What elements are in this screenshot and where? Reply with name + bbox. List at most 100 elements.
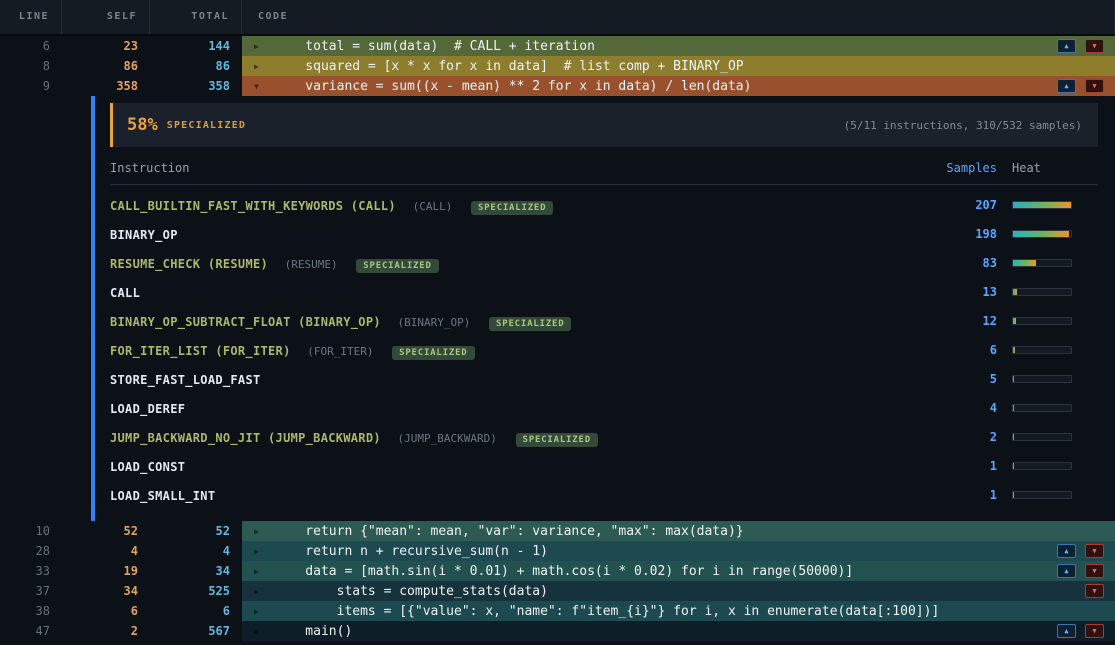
total-samples: 6 xyxy=(150,601,242,621)
navigate-up-button[interactable]: ▲ xyxy=(1057,544,1076,558)
instruction-base-name: (BINARY_OP) xyxy=(398,316,471,329)
expanded-detail-panel: 58% SPECIALIZED (5/11 instructions, 310/… xyxy=(91,96,1115,521)
instruction-base-name: (RESUME) xyxy=(285,258,338,271)
code-cell[interactable]: ▶ data = [math.sin(i * 0.01) + math.cos(… xyxy=(242,561,1115,581)
instruction-name-cell: FOR_ITER_LIST (FOR_ITER) (FOR_ITER) SPEC… xyxy=(110,340,897,360)
instruction-table-header: Instruction Samples Heat xyxy=(110,161,1098,185)
instruction-name-cell: CALL xyxy=(110,282,897,301)
code-line-row: 6 23 144 ▶ total = sum(data) # CALL + it… xyxy=(0,36,1115,56)
samples-column-header[interactable]: Samples xyxy=(897,161,997,175)
heat-bar-track xyxy=(1012,230,1072,238)
expand-arrow-icon[interactable]: ▶ xyxy=(254,527,274,536)
source-code: squared = [x * x for x in data] # list c… xyxy=(274,59,744,74)
heat-bar-fill xyxy=(1013,376,1014,382)
code-line-row: 33 19 34 ▶ data = [math.sin(i * 0.01) + … xyxy=(0,561,1115,581)
expand-arrow-icon[interactable]: ▶ xyxy=(254,587,274,596)
source-code: variance = sum((x - mean) ** 2 for x in … xyxy=(274,79,751,94)
instruction-name-cell: LOAD_CONST xyxy=(110,456,897,475)
heat-cell xyxy=(997,201,1098,209)
self-samples: 6 xyxy=(62,601,150,621)
heat-bar-track xyxy=(1012,462,1072,470)
specialized-badge: SPECIALIZED xyxy=(471,201,553,215)
expand-arrow-icon[interactable]: ▶ xyxy=(254,547,274,556)
instruction-name: FOR_ITER_LIST (FOR_ITER) xyxy=(110,344,291,358)
heat-cell xyxy=(997,317,1098,325)
heat-bar-track xyxy=(1012,375,1072,383)
code-cell[interactable]: ▶ items = [{"value": x, "name": f"item_{… xyxy=(242,601,1115,621)
code-cell[interactable]: ▶ total = sum(data) # CALL + iteration ▲… xyxy=(242,36,1115,56)
navigate-down-button[interactable]: ▼ xyxy=(1085,39,1104,53)
instruction-row: CALL 13 xyxy=(110,277,1098,306)
heat-bar-fill xyxy=(1013,318,1016,324)
expand-arrow-icon[interactable]: ▶ xyxy=(254,62,274,71)
code-cell[interactable]: ▶ return {"mean": mean, "var": variance,… xyxy=(242,521,1115,541)
expand-arrow-icon[interactable]: ▶ xyxy=(254,42,274,51)
navigate-up-button[interactable]: ▲ xyxy=(1057,624,1076,638)
line-number: 10 xyxy=(0,521,62,541)
source-code: main() xyxy=(274,624,352,639)
expand-arrow-icon[interactable]: ▼ xyxy=(254,82,274,91)
instruction-name-cell: CALL_BUILTIN_FAST_WITH_KEYWORDS (CALL) (… xyxy=(110,195,897,215)
instruction-base-name: (FOR_ITER) xyxy=(307,345,373,358)
heat-cell xyxy=(997,462,1098,470)
instruction-samples: 2 xyxy=(897,430,997,444)
navigate-down-button[interactable]: ▼ xyxy=(1085,544,1104,558)
instruction-row: RESUME_CHECK (RESUME) (RESUME) SPECIALIZ… xyxy=(110,248,1098,277)
heat-bar-fill xyxy=(1013,434,1014,440)
column-header-self: SELF xyxy=(62,0,150,34)
code-line-row: 8 86 86 ▶ squared = [x * x for x in data… xyxy=(0,56,1115,76)
total-samples: 144 xyxy=(150,36,242,56)
expand-arrow-icon[interactable]: ▶ xyxy=(254,607,274,616)
instruction-column-header: Instruction xyxy=(110,161,897,175)
specialized-badge: SPECIALIZED xyxy=(356,259,438,273)
instruction-base-name: (JUMP_BACKWARD) xyxy=(398,432,497,445)
expand-arrow-icon[interactable]: ▶ xyxy=(254,567,274,576)
instruction-name: STORE_FAST_LOAD_FAST xyxy=(110,373,261,387)
line-number: 37 xyxy=(0,581,62,601)
heat-cell xyxy=(997,259,1098,267)
row-nav-buttons: ▲ ▼ xyxy=(1057,79,1104,93)
self-samples: 34 xyxy=(62,581,150,601)
navigate-down-button[interactable]: ▼ xyxy=(1085,79,1104,93)
total-samples: 567 xyxy=(150,621,242,641)
self-samples: 4 xyxy=(62,541,150,561)
code-cell[interactable]: ▶ stats = compute_stats(data) ▲ ▼ xyxy=(242,581,1115,601)
instruction-rows: CALL_BUILTIN_FAST_WITH_KEYWORDS (CALL) (… xyxy=(110,190,1098,509)
navigate-up-button[interactable]: ▲ xyxy=(1057,79,1076,93)
instruction-samples: 83 xyxy=(897,256,997,270)
row-nav-buttons: ▲ ▼ xyxy=(1057,39,1104,53)
line-number: 6 xyxy=(0,36,62,56)
total-samples: 525 xyxy=(150,581,242,601)
total-samples: 86 xyxy=(150,56,242,76)
navigate-down-button[interactable]: ▼ xyxy=(1085,624,1104,638)
heat-bar-fill xyxy=(1013,231,1069,237)
navigate-down-button[interactable]: ▼ xyxy=(1085,584,1104,598)
instruction-samples: 4 xyxy=(897,401,997,415)
instruction-samples: 12 xyxy=(897,314,997,328)
code-line-row: 28 4 4 ▶ return n + recursive_sum(n - 1)… xyxy=(0,541,1115,561)
instruction-row: LOAD_SMALL_INT 1 xyxy=(110,480,1098,509)
specialized-badge: SPECIALIZED xyxy=(392,346,474,360)
source-code: total = sum(data) # CALL + iteration xyxy=(274,39,595,54)
row-nav-buttons: ▲ ▼ xyxy=(1057,544,1104,558)
instruction-row: CALL_BUILTIN_FAST_WITH_KEYWORDS (CALL) (… xyxy=(110,190,1098,219)
code-cell[interactable]: ▼ variance = sum((x - mean) ** 2 for x i… xyxy=(242,76,1115,96)
heat-bar-fill xyxy=(1013,405,1014,411)
navigate-up-button[interactable]: ▲ xyxy=(1057,39,1076,53)
self-samples: 19 xyxy=(62,561,150,581)
heat-bar-track xyxy=(1012,259,1072,267)
code-cell[interactable]: ▶ main() ▲ ▼ xyxy=(242,621,1115,641)
instruction-name: RESUME_CHECK (RESUME) xyxy=(110,257,268,271)
source-code: return {"mean": mean, "var": variance, "… xyxy=(274,524,744,539)
line-number: 28 xyxy=(0,541,62,561)
code-cell[interactable]: ▶ return n + recursive_sum(n - 1) ▲ ▼ xyxy=(242,541,1115,561)
navigate-down-button[interactable]: ▼ xyxy=(1085,564,1104,578)
expand-arrow-icon[interactable]: ▶ xyxy=(254,627,274,636)
navigate-up-button[interactable]: ▲ xyxy=(1057,564,1076,578)
specialization-summary: 58% SPECIALIZED (5/11 instructions, 310/… xyxy=(110,103,1098,147)
code-cell[interactable]: ▶ squared = [x * x for x in data] # list… xyxy=(242,56,1115,76)
heat-bar-track xyxy=(1012,201,1072,209)
instruction-name: BINARY_OP_SUBTRACT_FLOAT (BINARY_OP) xyxy=(110,315,381,329)
code-rows-bottom: 10 52 52 ▶ return {"mean": mean, "var": … xyxy=(0,521,1115,641)
self-samples: 358 xyxy=(62,76,150,96)
